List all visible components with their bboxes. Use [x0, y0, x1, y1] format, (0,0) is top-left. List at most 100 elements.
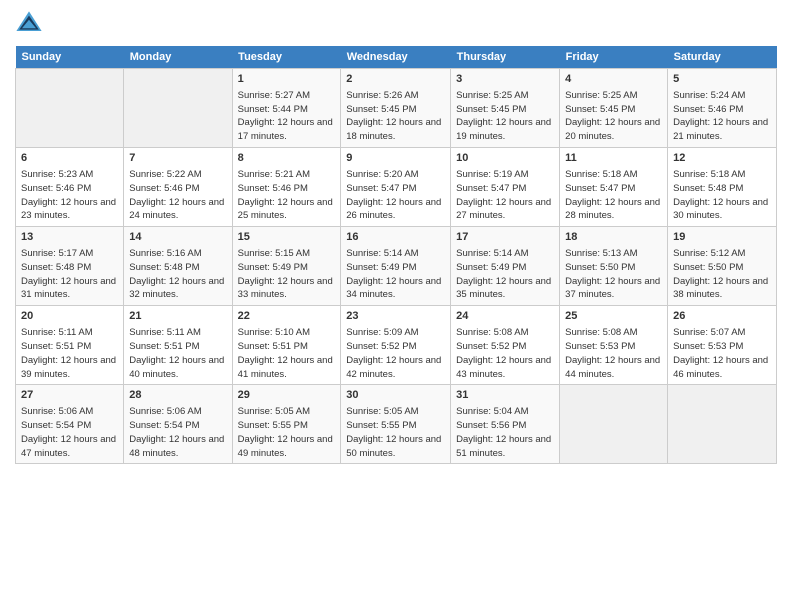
calendar-cell: 13 Sunrise: 5:17 AMSunset: 5:48 PMDaylig…: [16, 227, 124, 306]
calendar-cell: 28 Sunrise: 5:06 AMSunset: 5:54 PMDaylig…: [124, 385, 232, 464]
weekday-header: Wednesday: [341, 46, 451, 69]
calendar-cell: 10 Sunrise: 5:19 AMSunset: 5:47 PMDaylig…: [451, 148, 560, 227]
day-info: Sunrise: 5:06 AMSunset: 5:54 PMDaylight:…: [129, 406, 224, 458]
day-info: Sunrise: 5:08 AMSunset: 5:53 PMDaylight:…: [565, 327, 660, 379]
day-info: Sunrise: 5:21 AMSunset: 5:46 PMDaylight:…: [238, 169, 333, 221]
day-info: Sunrise: 5:11 AMSunset: 5:51 PMDaylight:…: [129, 327, 224, 379]
page-container: SundayMondayTuesdayWednesdayThursdayFrid…: [0, 0, 792, 474]
day-number: 2: [346, 72, 445, 87]
calendar-week-row: 13 Sunrise: 5:17 AMSunset: 5:48 PMDaylig…: [16, 227, 777, 306]
day-number: 20: [21, 309, 118, 324]
day-number: 19: [673, 230, 771, 245]
calendar-cell: 20 Sunrise: 5:11 AMSunset: 5:51 PMDaylig…: [16, 306, 124, 385]
day-number: 5: [673, 72, 771, 87]
day-info: Sunrise: 5:09 AMSunset: 5:52 PMDaylight:…: [346, 327, 441, 379]
weekday-header: Thursday: [451, 46, 560, 69]
calendar-cell: 22 Sunrise: 5:10 AMSunset: 5:51 PMDaylig…: [232, 306, 341, 385]
day-info: Sunrise: 5:25 AMSunset: 5:45 PMDaylight:…: [456, 90, 551, 142]
calendar-cell: 11 Sunrise: 5:18 AMSunset: 5:47 PMDaylig…: [560, 148, 668, 227]
calendar-cell: 29 Sunrise: 5:05 AMSunset: 5:55 PMDaylig…: [232, 385, 341, 464]
calendar-cell: 15 Sunrise: 5:15 AMSunset: 5:49 PMDaylig…: [232, 227, 341, 306]
header: [15, 10, 777, 38]
day-number: 21: [129, 309, 226, 324]
day-number: 25: [565, 309, 662, 324]
day-info: Sunrise: 5:17 AMSunset: 5:48 PMDaylight:…: [21, 248, 116, 300]
day-info: Sunrise: 5:18 AMSunset: 5:47 PMDaylight:…: [565, 169, 660, 221]
calendar-cell: 31 Sunrise: 5:04 AMSunset: 5:56 PMDaylig…: [451, 385, 560, 464]
calendar-cell: 2 Sunrise: 5:26 AMSunset: 5:45 PMDayligh…: [341, 69, 451, 148]
day-number: 26: [673, 309, 771, 324]
calendar-cell: 3 Sunrise: 5:25 AMSunset: 5:45 PMDayligh…: [451, 69, 560, 148]
day-number: 13: [21, 230, 118, 245]
day-number: 24: [456, 309, 554, 324]
day-number: 31: [456, 388, 554, 403]
day-info: Sunrise: 5:26 AMSunset: 5:45 PMDaylight:…: [346, 90, 441, 142]
calendar-week-row: 1 Sunrise: 5:27 AMSunset: 5:44 PMDayligh…: [16, 69, 777, 148]
calendar-cell: 30 Sunrise: 5:05 AMSunset: 5:55 PMDaylig…: [341, 385, 451, 464]
calendar-week-row: 6 Sunrise: 5:23 AMSunset: 5:46 PMDayligh…: [16, 148, 777, 227]
day-number: 3: [456, 72, 554, 87]
calendar-cell: 17 Sunrise: 5:14 AMSunset: 5:49 PMDaylig…: [451, 227, 560, 306]
calendar-table: SundayMondayTuesdayWednesdayThursdayFrid…: [15, 46, 777, 464]
day-number: 28: [129, 388, 226, 403]
weekday-header: Sunday: [16, 46, 124, 69]
day-number: 8: [238, 151, 336, 166]
day-number: 9: [346, 151, 445, 166]
day-info: Sunrise: 5:18 AMSunset: 5:48 PMDaylight:…: [673, 169, 768, 221]
day-info: Sunrise: 5:04 AMSunset: 5:56 PMDaylight:…: [456, 406, 551, 458]
day-number: 18: [565, 230, 662, 245]
logo: [15, 10, 45, 38]
weekday-header: Saturday: [668, 46, 777, 69]
calendar-week-row: 27 Sunrise: 5:06 AMSunset: 5:54 PMDaylig…: [16, 385, 777, 464]
calendar-cell: 19 Sunrise: 5:12 AMSunset: 5:50 PMDaylig…: [668, 227, 777, 306]
day-info: Sunrise: 5:15 AMSunset: 5:49 PMDaylight:…: [238, 248, 333, 300]
day-info: Sunrise: 5:14 AMSunset: 5:49 PMDaylight:…: [346, 248, 441, 300]
day-number: 11: [565, 151, 662, 166]
day-number: 22: [238, 309, 336, 324]
weekday-header: Monday: [124, 46, 232, 69]
calendar-cell: 24 Sunrise: 5:08 AMSunset: 5:52 PMDaylig…: [451, 306, 560, 385]
logo-icon: [15, 10, 43, 38]
day-info: Sunrise: 5:11 AMSunset: 5:51 PMDaylight:…: [21, 327, 116, 379]
calendar-cell: 12 Sunrise: 5:18 AMSunset: 5:48 PMDaylig…: [668, 148, 777, 227]
calendar-cell: 7 Sunrise: 5:22 AMSunset: 5:46 PMDayligh…: [124, 148, 232, 227]
day-number: 14: [129, 230, 226, 245]
weekday-header: Tuesday: [232, 46, 341, 69]
calendar-cell: 23 Sunrise: 5:09 AMSunset: 5:52 PMDaylig…: [341, 306, 451, 385]
day-info: Sunrise: 5:05 AMSunset: 5:55 PMDaylight:…: [238, 406, 333, 458]
calendar-cell: 25 Sunrise: 5:08 AMSunset: 5:53 PMDaylig…: [560, 306, 668, 385]
day-number: 12: [673, 151, 771, 166]
day-info: Sunrise: 5:06 AMSunset: 5:54 PMDaylight:…: [21, 406, 116, 458]
day-info: Sunrise: 5:16 AMSunset: 5:48 PMDaylight:…: [129, 248, 224, 300]
day-number: 10: [456, 151, 554, 166]
calendar-cell: 9 Sunrise: 5:20 AMSunset: 5:47 PMDayligh…: [341, 148, 451, 227]
calendar-cell: 4 Sunrise: 5:25 AMSunset: 5:45 PMDayligh…: [560, 69, 668, 148]
day-info: Sunrise: 5:22 AMSunset: 5:46 PMDaylight:…: [129, 169, 224, 221]
day-number: 1: [238, 72, 336, 87]
calendar-cell: [16, 69, 124, 148]
calendar-cell: [124, 69, 232, 148]
day-number: 4: [565, 72, 662, 87]
calendar-cell: [668, 385, 777, 464]
day-number: 6: [21, 151, 118, 166]
day-info: Sunrise: 5:20 AMSunset: 5:47 PMDaylight:…: [346, 169, 441, 221]
day-number: 17: [456, 230, 554, 245]
day-number: 27: [21, 388, 118, 403]
day-number: 23: [346, 309, 445, 324]
day-info: Sunrise: 5:10 AMSunset: 5:51 PMDaylight:…: [238, 327, 333, 379]
day-info: Sunrise: 5:27 AMSunset: 5:44 PMDaylight:…: [238, 90, 333, 142]
calendar-header-row: SundayMondayTuesdayWednesdayThursdayFrid…: [16, 46, 777, 69]
calendar-cell: 21 Sunrise: 5:11 AMSunset: 5:51 PMDaylig…: [124, 306, 232, 385]
calendar-cell: 5 Sunrise: 5:24 AMSunset: 5:46 PMDayligh…: [668, 69, 777, 148]
day-number: 15: [238, 230, 336, 245]
calendar-cell: 18 Sunrise: 5:13 AMSunset: 5:50 PMDaylig…: [560, 227, 668, 306]
day-number: 7: [129, 151, 226, 166]
calendar-cell: 27 Sunrise: 5:06 AMSunset: 5:54 PMDaylig…: [16, 385, 124, 464]
day-number: 29: [238, 388, 336, 403]
calendar-cell: 16 Sunrise: 5:14 AMSunset: 5:49 PMDaylig…: [341, 227, 451, 306]
day-info: Sunrise: 5:25 AMSunset: 5:45 PMDaylight:…: [565, 90, 660, 142]
calendar-cell: 1 Sunrise: 5:27 AMSunset: 5:44 PMDayligh…: [232, 69, 341, 148]
day-number: 16: [346, 230, 445, 245]
calendar-cell: [560, 385, 668, 464]
day-info: Sunrise: 5:14 AMSunset: 5:49 PMDaylight:…: [456, 248, 551, 300]
